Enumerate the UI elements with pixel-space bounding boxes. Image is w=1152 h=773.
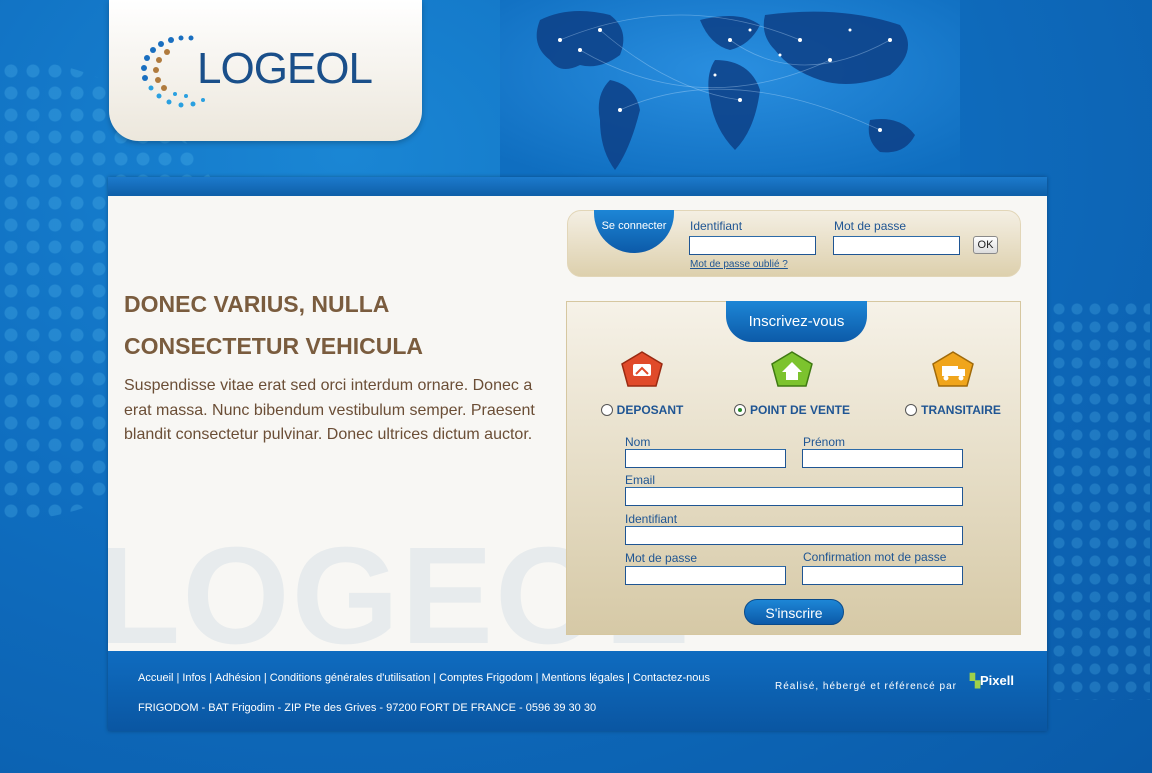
login-tab: Se connecter xyxy=(594,210,674,253)
login-password-label: Mot de passe xyxy=(834,219,907,233)
main-panel: LOGEOL DONEC VARIUS, NULLA CONSECTETUR V… xyxy=(108,177,1047,731)
transitaire-icon xyxy=(932,351,974,387)
footer-link-accueil[interactable]: Accueil xyxy=(138,672,173,684)
register-identifiant-input[interactable] xyxy=(625,526,963,545)
footer: Accueil | Infos | Adhésion | Conditions généra… xyxy=(108,651,1047,731)
password-confirmation-input[interactable] xyxy=(802,566,963,585)
footer-link-comptes[interactable]: Comptes Frigodom xyxy=(439,672,533,684)
world-map-graphic xyxy=(500,0,960,178)
point-de-vente-icon xyxy=(771,351,813,387)
role-deposant-radio[interactable] xyxy=(600,404,613,416)
email-input[interactable] xyxy=(625,487,963,506)
signup-button[interactable]: S'inscrire xyxy=(744,599,844,625)
login-box: Se connecter Identifiant Mot de passe OK… xyxy=(567,210,1021,277)
forgot-password-link[interactable]: Mot de passe oublié ? xyxy=(690,259,788,270)
footer-link-conditions[interactable]: Conditions générales d'utilisation xyxy=(270,672,430,684)
deposant-icon xyxy=(621,351,663,387)
pixell-logo[interactable]: ▚Pixell xyxy=(970,673,1014,689)
nom-label: Nom xyxy=(625,435,651,449)
footer-link-adhesion[interactable]: Adhésion xyxy=(215,672,261,684)
role-deposant-label: DEPOSANT xyxy=(616,403,684,417)
role-deposant[interactable]: DEPOSANT xyxy=(582,350,702,421)
footer-link-infos[interactable]: Infos xyxy=(182,672,206,684)
role-point-de-vente-radio[interactable] xyxy=(733,404,746,416)
role-point-de-vente-option[interactable]: POINT DE VENTE xyxy=(733,403,850,417)
login-identifiant-input[interactable] xyxy=(689,236,816,255)
prenom-input[interactable] xyxy=(802,449,963,468)
role-transitaire-label: TRANSITAIRE xyxy=(921,403,1001,417)
register-tab: Inscrivez-vous xyxy=(726,301,867,342)
password-confirmation-label: Confirmation mot de passe xyxy=(803,550,947,564)
hero-paragraph: Suspendisse vitae erat sed orci interdum… xyxy=(124,377,535,443)
logo-wordmark: LOGEOL xyxy=(197,44,373,93)
register-box: Inscrivez-vous DEPOSANT POINT DE VENTE T… xyxy=(566,301,1021,635)
login-password-input[interactable] xyxy=(833,236,960,255)
role-deposant-option[interactable]: DEPOSANT xyxy=(600,403,684,417)
hero-headline: DONEC VARIUS, NULLA CONSECTETUR VEHICULA xyxy=(124,283,544,367)
footer-address: FRIGODOM - BAT Frigodim - ZIP Pte des Gr… xyxy=(138,702,597,714)
register-identifiant-label: Identifiant xyxy=(625,512,678,526)
role-transitaire-option[interactable]: TRANSITAIRE xyxy=(905,403,1001,417)
role-point-de-vente[interactable]: POINT DE VENTE xyxy=(732,350,852,421)
footer-link-mentions[interactable]: Mentions légales xyxy=(542,672,625,684)
nom-input[interactable] xyxy=(625,449,786,468)
login-ok-button[interactable]: OK xyxy=(973,236,998,254)
logo-card[interactable]: LOGEOL xyxy=(109,0,422,141)
panel-top-bar xyxy=(108,177,1047,196)
role-transitaire-radio[interactable] xyxy=(905,404,918,416)
login-identifiant-label: Identifiant xyxy=(690,219,743,233)
pixell-mark-icon: ▚ xyxy=(970,673,980,688)
email-label: Email xyxy=(625,473,656,487)
footer-link-contact[interactable]: Contactez-nous xyxy=(633,672,710,684)
hero-headline-line1: DONEC VARIUS, NULLA xyxy=(124,291,390,317)
prenom-label: Prénom xyxy=(803,435,846,449)
footer-links: Accueil | Infos | Adhésion | Conditions généra… xyxy=(138,672,710,684)
role-point-de-vente-label: POINT DE VENTE xyxy=(749,403,850,417)
register-password-label: Mot de passe xyxy=(625,551,698,565)
hero-headline-line2: CONSECTETUR VEHICULA xyxy=(124,333,424,359)
register-password-input[interactable] xyxy=(625,566,786,585)
decorative-swirl-right xyxy=(1050,300,1150,700)
pixell-brand: Pixell xyxy=(980,673,1014,688)
footer-credit: Réalisé, hébergé et référencé par xyxy=(775,681,957,692)
role-transitaire[interactable]: TRANSITAIRE xyxy=(893,350,1013,421)
